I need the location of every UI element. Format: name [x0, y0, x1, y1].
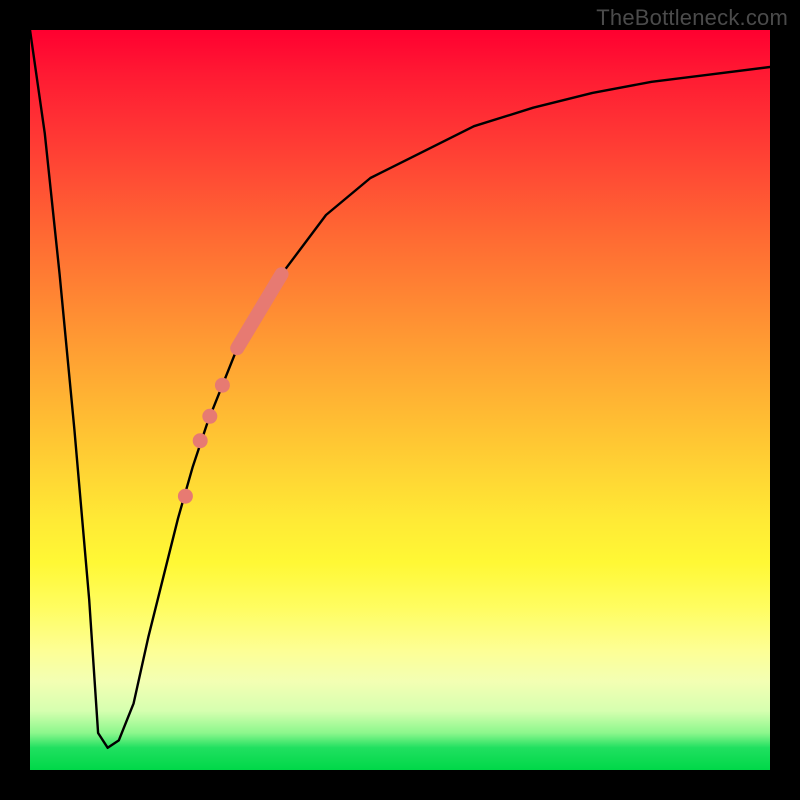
- chart-frame: TheBottleneck.com: [0, 0, 800, 800]
- dot-b: [202, 409, 217, 424]
- dot-d: [178, 489, 193, 504]
- plot-area: [30, 30, 770, 770]
- dot-c: [193, 433, 208, 448]
- highlight-segment: [237, 274, 281, 348]
- watermark-text: TheBottleneck.com: [596, 5, 788, 31]
- dot-a: [215, 378, 230, 393]
- bottleneck-curve: [30, 30, 770, 748]
- curve-layer: [30, 30, 770, 770]
